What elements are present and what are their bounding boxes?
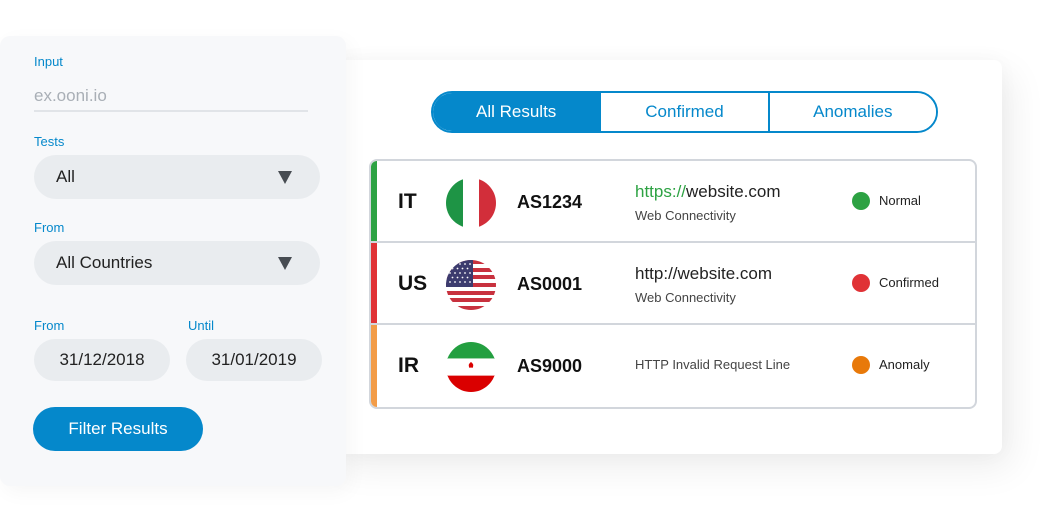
caret-down-icon bbox=[278, 257, 292, 270]
tests-label: Tests bbox=[34, 134, 65, 149]
country-code: IT bbox=[398, 190, 417, 213]
country-select[interactable]: All Countries bbox=[34, 241, 320, 285]
test-name: HTTP Invalid Request Line bbox=[635, 357, 791, 372]
url-host: website.com bbox=[686, 182, 781, 201]
results-list: IT AS1234 https://website.com Web Connec… bbox=[369, 159, 977, 409]
date-from-label: From bbox=[34, 318, 65, 333]
url-protocol: https:// bbox=[635, 182, 687, 201]
status-stripe bbox=[371, 243, 377, 323]
usa-flag-icon bbox=[446, 260, 496, 310]
date-until-input[interactable]: 31/01/2019 bbox=[186, 339, 322, 381]
tests-select-value: All bbox=[56, 167, 75, 186]
result-row[interactable]: US AS0001 http://website.com Web Connect… bbox=[371, 243, 975, 325]
input-field[interactable]: ex.ooni.io bbox=[34, 86, 107, 106]
url-host: website.com bbox=[677, 264, 773, 283]
country-select-value: All Countries bbox=[56, 253, 153, 272]
filter-results-button[interactable]: Filter Results bbox=[33, 407, 203, 451]
status-stripe bbox=[371, 161, 377, 241]
result-url[interactable]: https://website.com bbox=[635, 182, 781, 202]
asn: AS9000 bbox=[517, 356, 583, 376]
iran-flag-icon bbox=[446, 342, 496, 392]
status-stripe bbox=[371, 325, 377, 407]
status-label: Normal bbox=[879, 193, 921, 208]
input-label: Input bbox=[34, 54, 63, 69]
status-dot-icon bbox=[852, 356, 870, 374]
country-code: IR bbox=[398, 354, 419, 377]
asn: AS0001 bbox=[517, 274, 583, 294]
asn: AS1234 bbox=[517, 192, 583, 212]
url-protocol: http:// bbox=[635, 264, 678, 283]
status-dot-icon bbox=[852, 192, 870, 210]
results-tabs: All Results Confirmed Anomalies bbox=[431, 91, 938, 133]
tests-select[interactable]: All bbox=[34, 155, 320, 199]
caret-down-icon bbox=[278, 171, 292, 184]
country-label: From bbox=[34, 220, 65, 235]
country-code: US bbox=[398, 272, 428, 295]
test-name: Web Connectivity bbox=[635, 290, 736, 305]
result-row[interactable]: IT AS1234 https://website.com Web Connec… bbox=[371, 161, 975, 243]
input-underline bbox=[34, 110, 308, 112]
tab-anomalies[interactable]: Anomalies bbox=[767, 93, 936, 131]
tab-confirmed[interactable]: Confirmed bbox=[599, 93, 768, 131]
date-from-input[interactable]: 31/12/2018 bbox=[34, 339, 170, 381]
tab-all-results[interactable]: All Results bbox=[433, 93, 600, 131]
date-until-label: Until bbox=[188, 318, 215, 333]
status-label: Confirmed bbox=[879, 275, 939, 290]
status-label: Anomaly bbox=[879, 357, 930, 372]
result-url[interactable]: http://website.com bbox=[635, 264, 772, 284]
test-name: Web Connectivity bbox=[635, 208, 736, 223]
italy-flag-icon bbox=[446, 178, 496, 228]
status-dot-icon bbox=[852, 274, 870, 292]
result-row[interactable]: IR AS9000 HTTP Invalid Request Line Anom… bbox=[371, 325, 975, 407]
